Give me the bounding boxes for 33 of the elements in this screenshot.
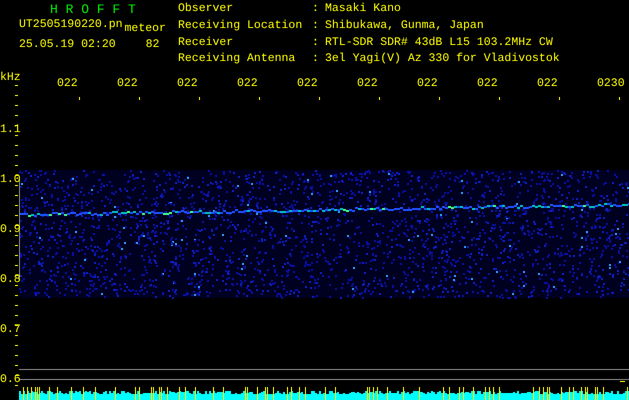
time-label: 022	[477, 78, 498, 90]
frequency-label: 1.0	[0, 174, 21, 186]
info-value: Masaki Kano	[325, 3, 402, 17]
time-label: 0230	[597, 78, 625, 90]
time-label: 022	[117, 78, 138, 90]
time-label: 022	[237, 78, 258, 90]
separator-label: :	[312, 36, 320, 50]
info-value: Shibukawa, Gunma, Japan	[325, 20, 485, 34]
info-label: Receiving Antenna	[178, 53, 296, 68]
frequency-label: 0.8	[0, 274, 21, 286]
info-value: RTL-SDR SDR# 43dB L15 103.2MHz CW	[325, 36, 554, 50]
filename-label: UT2505190220.pn	[19, 19, 123, 33]
time-label: 022	[537, 78, 558, 90]
count-label: 82	[146, 39, 160, 51]
frequency-label: 0.7	[0, 324, 21, 336]
time-label: 022	[57, 78, 78, 90]
app-title: H R O F F T	[49, 3, 137, 17]
info-label: Receiving Location	[178, 20, 304, 34]
time-label: 022	[297, 78, 318, 90]
separator-label: :	[312, 3, 320, 17]
frequency-label: 0.6	[0, 374, 21, 386]
info-label: Observer	[178, 3, 234, 17]
time-label: 022	[357, 78, 378, 90]
separator-label: :	[312, 20, 320, 34]
info-value: 3el Yagi(V) Az 330 for Vladivostok	[325, 53, 560, 68]
mode-label: meteor	[124, 23, 166, 35]
unit-label: kHz	[0, 72, 21, 84]
info-label: Receiver	[178, 36, 234, 50]
time-label: 022	[417, 78, 438, 90]
datetime-label: 25.05.19 02:20	[19, 39, 116, 51]
separator-label: :	[312, 53, 320, 68]
time-label: 022	[177, 78, 198, 90]
frequency-label: 0.9	[0, 224, 21, 236]
